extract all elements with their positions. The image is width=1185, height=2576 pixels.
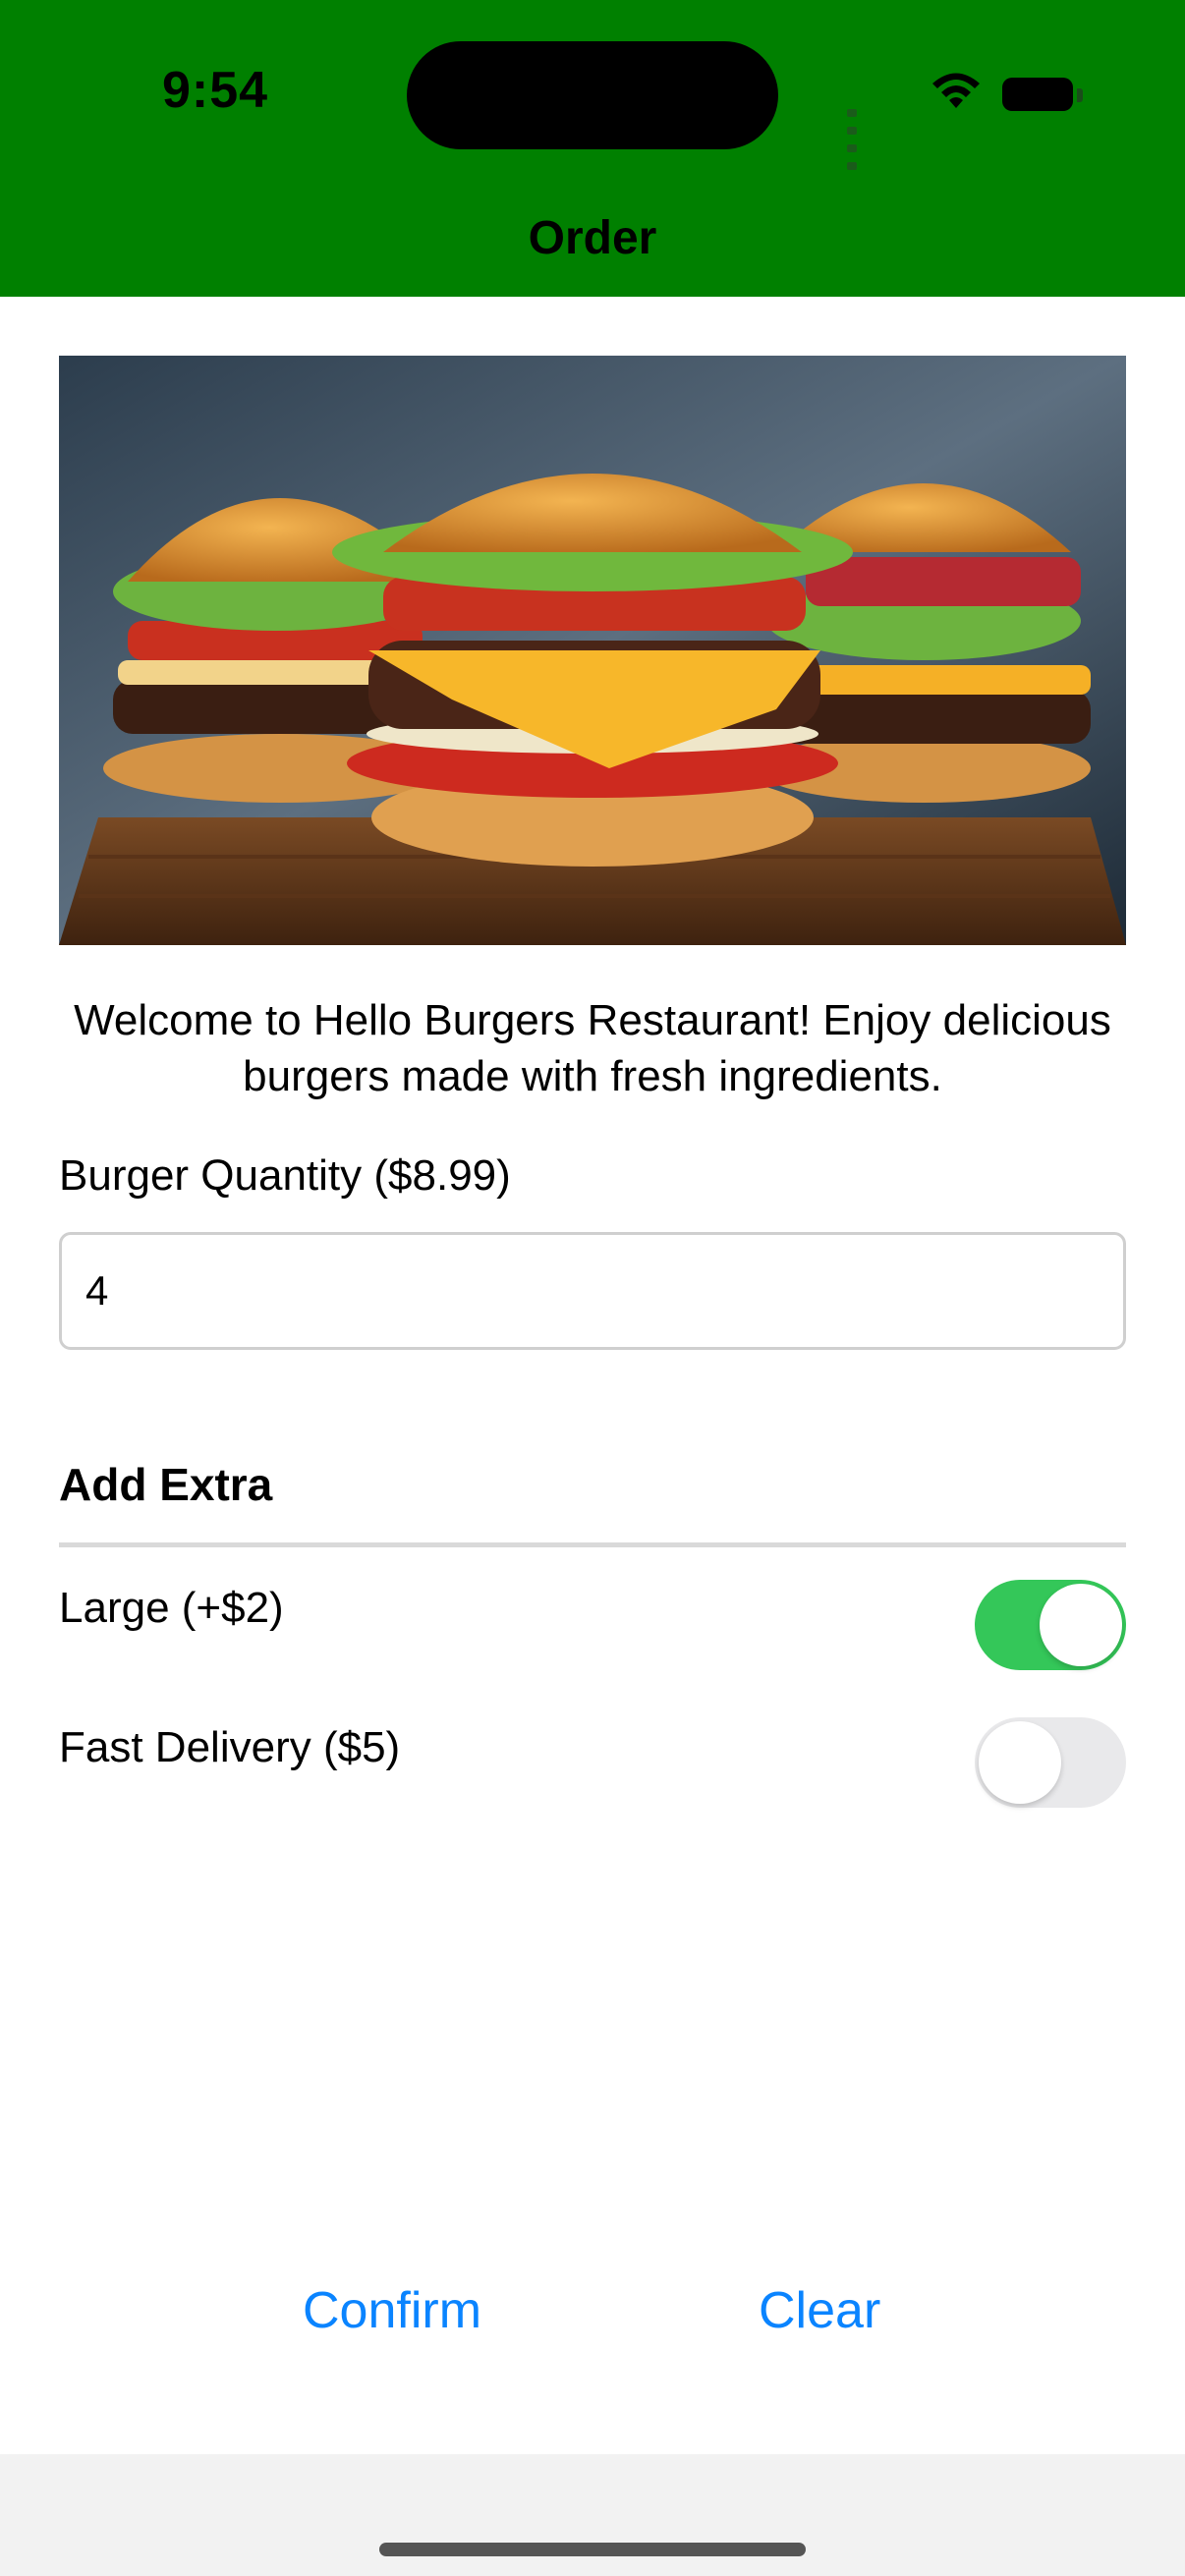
large-option-label: Large (+$2)	[59, 1584, 284, 1632]
quantity-input[interactable]	[59, 1232, 1126, 1350]
quantity-label: Burger Quantity ($8.99)	[59, 1151, 511, 1200]
status-time: 9:54	[162, 62, 269, 119]
add-extra-heading: Add Extra	[59, 1459, 273, 1510]
toggle-knob	[1040, 1584, 1122, 1666]
battery-icon	[1002, 78, 1073, 111]
toggle-knob	[979, 1721, 1061, 1804]
navigation-header: 9:54 Order	[0, 0, 1185, 297]
bottom-safe-area	[0, 2454, 1185, 2576]
cellular-signal-icon	[847, 104, 863, 175]
home-indicator[interactable]	[379, 2543, 806, 2556]
confirm-button[interactable]: Confirm	[303, 2281, 481, 2340]
fast-delivery-toggle[interactable]	[975, 1717, 1126, 1808]
fast-delivery-label: Fast Delivery ($5)	[59, 1723, 401, 1771]
page-title: Order	[528, 212, 657, 264]
welcome-text: Welcome to Hello Burgers Restaurant! Enj…	[74, 996, 1111, 1100]
burger-hero-image	[59, 356, 1126, 945]
wifi-icon	[932, 73, 980, 108]
clear-button[interactable]: Clear	[759, 2281, 880, 2340]
dynamic-island	[407, 41, 778, 149]
section-divider	[59, 1542, 1126, 1547]
large-toggle[interactable]	[975, 1580, 1126, 1670]
